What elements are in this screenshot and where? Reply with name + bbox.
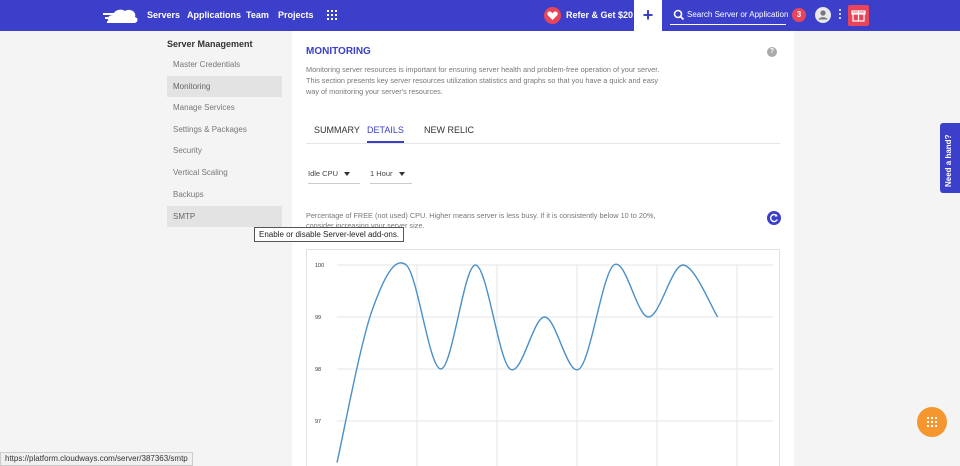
user-icon [818,10,828,20]
sidebar-item-vertical-scaling[interactable]: Vertical Scaling [167,162,282,183]
range-select[interactable]: 1 Hour [370,165,412,184]
need-help-tab[interactable]: Need a hand? [940,123,960,193]
nav-team[interactable]: Team [246,10,269,20]
sidebar-item-security[interactable]: Security [167,140,282,161]
sidebar-item-monitoring[interactable]: Monitoring [167,76,282,97]
tab-details[interactable]: DETAILS [367,125,404,143]
refresh-icon[interactable] [767,211,781,225]
page-description: Monitoring server resources is important… [306,65,660,96]
search-underline [670,24,786,25]
sidebar-item-manage-services[interactable]: Manage Services [167,97,282,118]
sidebar-item-master-credentials[interactable]: Master Credentials [167,54,282,75]
tooltip: Enable or disable Server-level add-ons. [254,227,405,242]
y-tick-label: 98 [315,367,321,373]
y-tick-label: 100 [315,263,324,269]
cpu-line-chart: 100 99 98 97 [315,262,773,466]
y-tick-label: 99 [315,315,321,321]
need-help-label: Need a hand? [944,134,953,187]
nav-servers[interactable]: Servers [147,10,180,20]
metric-select[interactable]: Idle CPU [308,165,360,184]
gift-icon[interactable] [848,5,869,26]
add-button[interactable]: + [634,0,662,31]
cloudways-logo[interactable] [103,7,139,24]
help-icon[interactable]: ? [767,47,777,57]
range-select-value: 1 Hour [370,169,393,178]
refer-link[interactable]: Refer & Get $20 [566,10,633,20]
chevron-down-icon [398,172,405,177]
grid-icon [927,417,937,427]
y-tick-label: 97 [315,419,321,425]
monitoring-panel: MONITORING ? Monitoring server resources… [292,31,794,466]
tabs-divider [306,143,780,144]
sidebar-title: Server Management [167,39,253,49]
sidebar-item-backups[interactable]: Backups [167,184,282,205]
metric-select-value: Idle CPU [308,169,339,178]
chevron-down-icon [344,172,351,177]
status-bar-url: https://platform.cloudways.com/server/38… [0,452,193,466]
quick-actions-button[interactable] [917,407,947,437]
heart-icon[interactable] [544,7,561,24]
sidebar-item-smtp[interactable]: SMTP [167,206,282,227]
notification-badge[interactable]: 3 [792,8,806,22]
nav-projects[interactable]: Projects [278,10,314,20]
tab-new-relic[interactable]: NEW RELIC [424,125,474,141]
search-input[interactable]: Search Server or Application [687,10,788,19]
cpu-chart: 100 99 98 97 [306,249,780,466]
apps-grid-icon[interactable] [327,10,337,20]
user-avatar[interactable] [815,7,831,23]
cpu-series-line [336,262,719,463]
nav-applications[interactable]: Applications [187,10,241,20]
more-menu-icon[interactable] [838,9,842,22]
sidebar-item-settings-packages[interactable]: Settings & Packages [167,119,282,140]
top-navbar: Servers Applications Team Projects Refer… [0,0,960,31]
tab-summary[interactable]: SUMMARY [314,125,360,141]
page-title: MONITORING [306,46,371,57]
search-icon[interactable] [672,8,686,22]
